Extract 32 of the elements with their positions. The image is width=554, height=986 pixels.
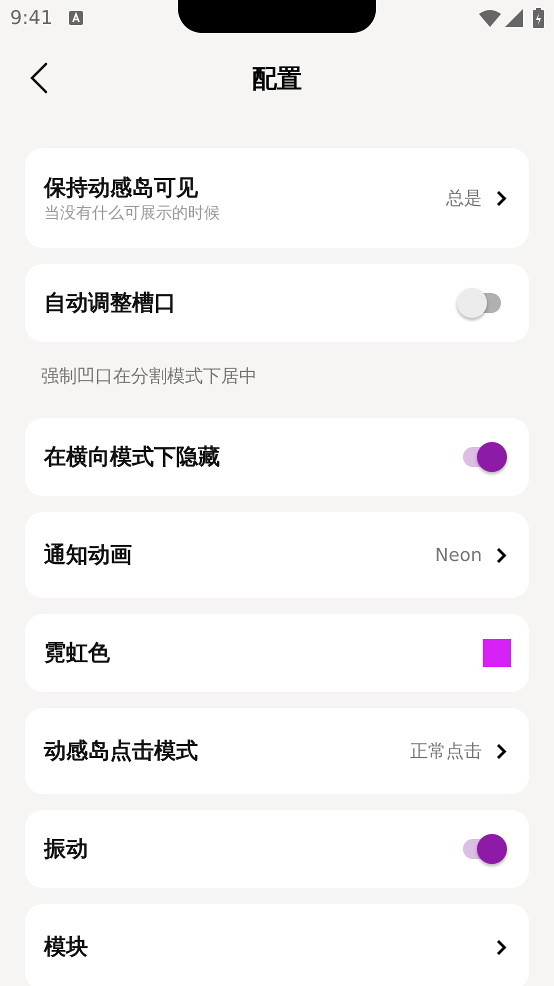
- setting-label: 动感岛点击模式: [44, 738, 199, 766]
- chevron-right-icon: [496, 546, 507, 564]
- setting-value: 总是: [446, 187, 482, 210]
- color-swatch[interactable]: [483, 639, 511, 667]
- setting-label: 在横向模式下隐藏: [44, 444, 221, 472]
- setting-label: 霓虹色: [44, 640, 111, 668]
- setting-label: 模块: [44, 934, 89, 962]
- setting-value: Neon: [435, 544, 482, 566]
- setting-label: 振动: [44, 836, 89, 864]
- status-time: 9:41: [10, 7, 53, 29]
- page-title: 配置: [252, 62, 302, 94]
- settings-row[interactable]: 霓虹色: [25, 614, 529, 692]
- settings-row[interactable]: 通知动画 Neon: [25, 512, 529, 598]
- setting-label: 保持动感岛可见: [44, 174, 199, 202]
- chevron-right-icon: [496, 938, 507, 956]
- keyboard-icon: [68, 11, 83, 25]
- settings-row[interactable]: 振动: [25, 810, 529, 888]
- settings-row[interactable]: 自动调整槽口: [25, 264, 529, 342]
- setting-label: 通知动画: [44, 542, 133, 570]
- setting-label: 自动调整槽口: [44, 290, 177, 318]
- setting-value: 正常点击: [410, 740, 482, 763]
- wifi-icon: [479, 9, 501, 27]
- setting-description: 当没有什么可展示的时候: [44, 202, 221, 224]
- chevron-right-icon: [496, 742, 507, 760]
- signal-icon: [505, 9, 523, 27]
- battery-icon: [533, 8, 544, 28]
- settings-row[interactable]: 保持动感岛可见 当没有什么可展示的时候 总是: [25, 148, 529, 248]
- settings-row[interactable]: 模块: [25, 904, 529, 986]
- settings-row[interactable]: 动感岛点击模式 正常点击: [25, 708, 529, 794]
- chevron-right-icon: [496, 190, 507, 206]
- settings-row[interactable]: 在横向模式下隐藏: [25, 418, 529, 496]
- setting-hint: 强制凹口在分割模式下居中: [40, 365, 258, 389]
